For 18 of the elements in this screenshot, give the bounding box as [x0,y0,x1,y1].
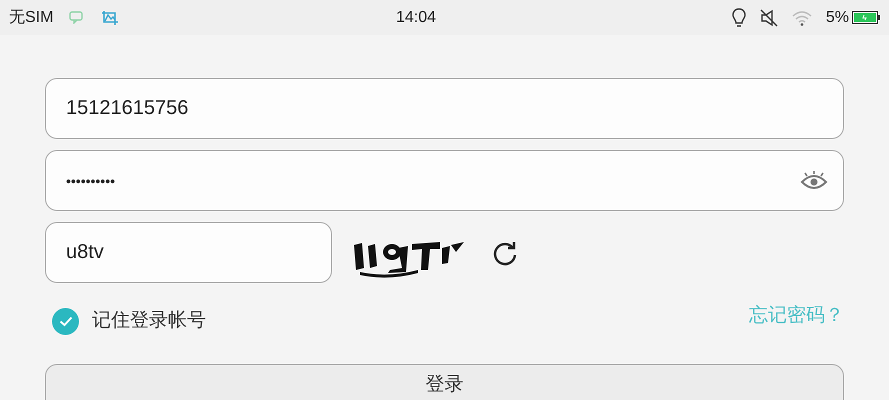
lightbulb-icon [732,8,746,28]
image-icon [101,10,120,26]
eye-icon[interactable] [800,169,828,191]
remember-account-label: 记住登录帐号 [92,309,206,333]
phone-input-field[interactable]: 15121615756 [45,78,844,139]
check-icon [58,316,72,327]
battery-text: 5% [826,8,849,28]
carrier-text: 无SIM [9,8,54,28]
mute-icon [760,8,778,26]
remember-checkbox[interactable] [52,308,79,335]
login-button[interactable]: 登录 [45,364,844,400]
battery-icon [852,11,880,24]
clock-text: 14:04 [396,8,436,28]
password-input-field[interactable]: •••••••••• [45,150,844,211]
message-icon [69,11,84,24]
wifi-icon [792,10,812,26]
captcha-input-field[interactable]: u8tv [45,222,332,283]
refresh-icon[interactable] [492,240,518,266]
